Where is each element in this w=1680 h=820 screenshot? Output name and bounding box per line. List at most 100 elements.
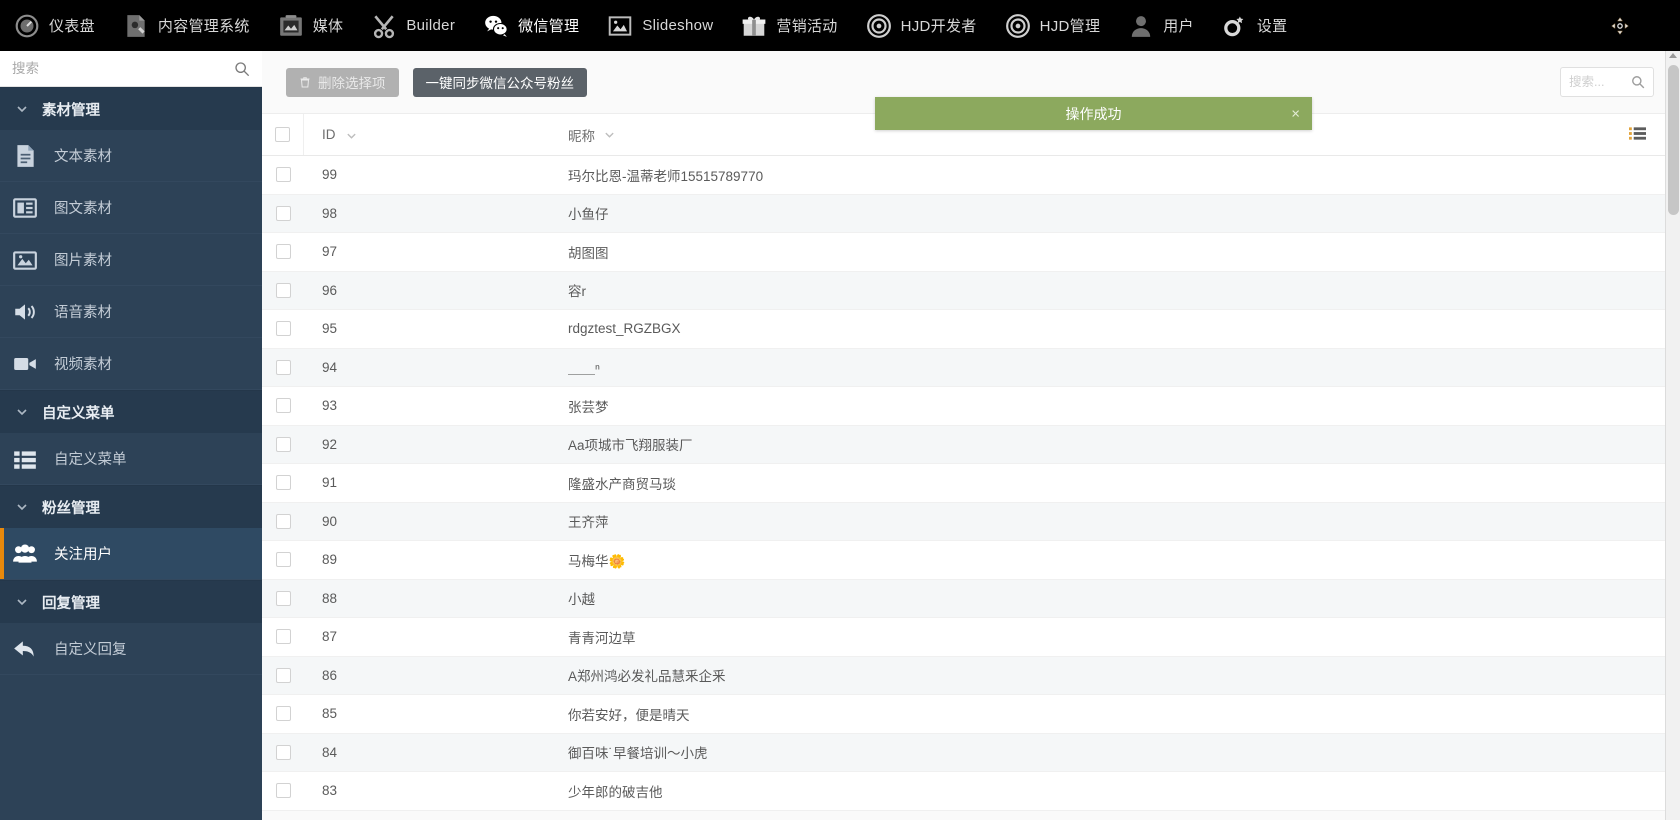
column-settings-icon bbox=[1629, 126, 1646, 140]
table-row[interactable]: 83 少年郎的破吉他 bbox=[262, 772, 1680, 811]
cell-id: 95 bbox=[322, 321, 338, 337]
column-header-id-label: ID bbox=[322, 127, 336, 142]
table-row[interactable]: 95 rdgztest_RGZBGX bbox=[262, 310, 1680, 349]
row-checkbox[interactable] bbox=[275, 552, 291, 568]
row-checkbox[interactable] bbox=[275, 706, 291, 722]
table-row[interactable]: 99 玛尔比恩-温蒂老师15515789770 bbox=[262, 156, 1680, 195]
topnav-item-dashboard[interactable]: 仪表盘 bbox=[0, 0, 109, 51]
topnav-item-hjd-admin[interactable]: HJD管理 bbox=[991, 0, 1115, 51]
sidebar-group-material[interactable]: 素材管理 bbox=[0, 87, 262, 137]
cell-name: 胡图图 bbox=[568, 245, 609, 261]
topnav-label: 用户 bbox=[1163, 18, 1194, 35]
table-row[interactable]: 91 隆盛水产商贸马琰 bbox=[262, 464, 1680, 503]
sidebar-item-custom-menu[interactable]: 自定义菜单 bbox=[0, 433, 262, 485]
row-checkbox[interactable] bbox=[275, 398, 291, 414]
row-checkbox[interactable] bbox=[275, 436, 291, 452]
topnav-item-cms[interactable]: 内容管理系统 bbox=[109, 0, 264, 51]
cell-id: 87 bbox=[322, 629, 338, 645]
cell-name: Aa项城市飞翔服装厂 bbox=[568, 438, 693, 454]
row-checkbox[interactable] bbox=[275, 244, 291, 260]
table-row[interactable]: 89 马梅华🌼 bbox=[262, 541, 1680, 580]
move-crosshair-icon[interactable] bbox=[1610, 16, 1630, 36]
row-checkbox[interactable] bbox=[275, 167, 291, 183]
row-checkbox[interactable] bbox=[275, 590, 291, 606]
sidebar-group-label: 回复管理 bbox=[42, 595, 100, 612]
table-row[interactable]: 87 青青河边草 bbox=[262, 618, 1680, 657]
trash-icon bbox=[300, 76, 310, 87]
chevron-down-icon bbox=[17, 504, 27, 511]
sidebar-search[interactable] bbox=[0, 51, 262, 87]
table-row[interactable]: 94 ＿＿ⁿ bbox=[262, 348, 1680, 387]
success-toast: 操作成功 × bbox=[875, 97, 1312, 130]
cms-icon bbox=[127, 14, 145, 37]
row-select-cell bbox=[262, 233, 304, 271]
row-checkbox[interactable] bbox=[275, 359, 291, 375]
sidebar-item-label: 文本素材 bbox=[54, 149, 112, 165]
sidebar-group-custom-menu[interactable]: 自定义菜单 bbox=[0, 390, 262, 440]
search-icon[interactable] bbox=[234, 61, 250, 77]
scrollbar-thumb[interactable] bbox=[1668, 65, 1679, 215]
delete-selected-button[interactable]: 删除选择项 bbox=[286, 67, 399, 97]
sidebar-item-label: 图文素材 bbox=[54, 201, 112, 217]
row-checkbox[interactable] bbox=[275, 744, 291, 760]
topnav-item-slideshow[interactable]: Slideshow bbox=[593, 0, 727, 51]
column-chooser-button[interactable] bbox=[1629, 126, 1646, 144]
sidebar-item-image-material[interactable]: 图片素材 bbox=[0, 234, 262, 286]
row-checkbox[interactable] bbox=[275, 629, 291, 645]
column-header-id[interactable]: ID bbox=[304, 127, 566, 142]
sidebar-item-label: 自定义菜单 bbox=[54, 452, 127, 468]
row-checkbox[interactable] bbox=[275, 205, 291, 221]
table-row[interactable]: 93 张芸梦 bbox=[262, 387, 1680, 426]
row-select-cell bbox=[262, 156, 304, 194]
topnav-item-media[interactable]: 媒体 bbox=[264, 0, 358, 51]
sidebar-item-news-material[interactable]: 图文素材 bbox=[0, 182, 262, 234]
topnav-item-builder[interactable]: Builder bbox=[357, 0, 469, 51]
row-checkbox[interactable] bbox=[275, 282, 291, 298]
cell-id: 94 bbox=[322, 359, 338, 375]
toast-close-icon[interactable]: × bbox=[1291, 106, 1300, 121]
row-checkbox[interactable] bbox=[275, 667, 291, 683]
sync-wechat-fans-button[interactable]: 一键同步微信公众号粉丝 bbox=[412, 67, 587, 97]
sidebar-group-fans[interactable]: 粉丝管理 bbox=[0, 485, 262, 535]
table-row[interactable]: 97 胡图图 bbox=[262, 233, 1680, 272]
row-checkbox[interactable] bbox=[275, 475, 291, 491]
topnav-item-settings[interactable]: 设置 bbox=[1208, 0, 1302, 51]
sidebar-item-label: 关注用户 bbox=[54, 547, 112, 563]
sidebar-item-followed-users[interactable]: 关注用户 bbox=[0, 528, 262, 580]
sidebar-item-audio-material[interactable]: 语音素材 bbox=[0, 286, 262, 338]
content-search-input[interactable] bbox=[1569, 75, 1631, 89]
scroll-up-arrow-icon[interactable] bbox=[1669, 53, 1677, 58]
vertical-scrollbar[interactable] bbox=[1665, 51, 1680, 820]
sidebar-item-video-material[interactable]: 视频素材 bbox=[0, 338, 262, 390]
select-all-cell bbox=[262, 114, 304, 155]
topnav-item-users[interactable]: 用户 bbox=[1114, 0, 1208, 51]
search-icon[interactable] bbox=[1631, 75, 1645, 89]
chevron-down-icon[interactable] bbox=[346, 130, 357, 141]
content-search[interactable] bbox=[1560, 67, 1654, 97]
image-icon bbox=[13, 250, 37, 270]
table-row[interactable]: 92 Aa项城市飞翔服装厂 bbox=[262, 425, 1680, 464]
sidebar-item-text-material[interactable]: 文本素材 bbox=[0, 130, 262, 182]
table-row[interactable]: 85 你若安好，便是晴天 bbox=[262, 695, 1680, 734]
table-row[interactable]: 86 A郑州鸿必发礼品慧釆企釆 bbox=[262, 656, 1680, 695]
table-row[interactable]: 90 王齐萍 bbox=[262, 502, 1680, 541]
select-all-checkbox[interactable] bbox=[275, 127, 290, 142]
sidebar-item-custom-reply[interactable]: 自定义回复 bbox=[0, 623, 262, 675]
sidebar-group-reply[interactable]: 回复管理 bbox=[0, 580, 262, 630]
topnav-item-hjd-developer[interactable]: HJD开发者 bbox=[852, 0, 991, 51]
table-row[interactable]: 98 小鱼仔 bbox=[262, 194, 1680, 233]
video-icon bbox=[14, 357, 36, 370]
row-checkbox[interactable] bbox=[275, 513, 291, 529]
chevron-down-icon[interactable] bbox=[604, 129, 615, 140]
row-checkbox[interactable] bbox=[275, 783, 291, 799]
table-row[interactable]: 96 容r bbox=[262, 271, 1680, 310]
row-checkbox[interactable] bbox=[275, 321, 291, 337]
table-row[interactable]: 88 小越 bbox=[262, 579, 1680, 618]
topnav-item-marketing[interactable]: 营销活动 bbox=[727, 0, 851, 51]
cell-id: 84 bbox=[322, 744, 338, 760]
sidebar-search-input[interactable] bbox=[12, 61, 234, 76]
cell-name: 马梅华🌼 bbox=[568, 553, 626, 569]
topnav-item-wechat[interactable]: 微信管理 bbox=[469, 0, 593, 51]
table-row[interactable]: 84 御百味˙早餐培训～小虎 bbox=[262, 733, 1680, 772]
cell-name: A郑州鸿必发礼品慧釆企釆 bbox=[568, 669, 726, 685]
